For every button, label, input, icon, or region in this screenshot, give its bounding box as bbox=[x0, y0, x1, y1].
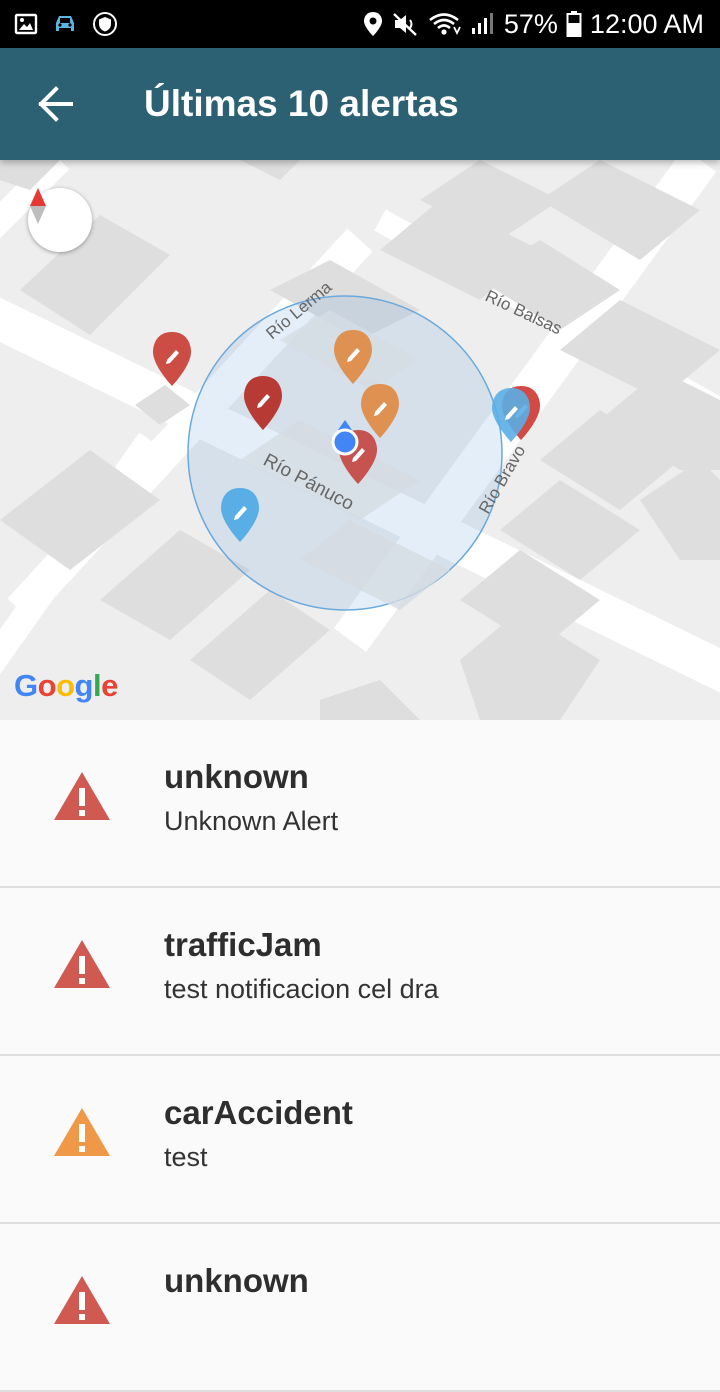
page-title: Últimas 10 alertas bbox=[144, 83, 459, 124]
alert-title: unknown bbox=[164, 1262, 309, 1299]
car-notification-icon bbox=[52, 13, 78, 35]
wifi-icon bbox=[428, 11, 462, 37]
mute-icon bbox=[392, 11, 420, 37]
arrow-back-icon bbox=[38, 86, 73, 122]
map-view[interactable]: Río Lerma Río Balsas Río Pánuco Río Brav… bbox=[0, 160, 720, 720]
alert-title: carAccident bbox=[164, 1094, 353, 1131]
warning-icon bbox=[54, 772, 110, 820]
compass-button[interactable] bbox=[28, 188, 92, 252]
google-logo: Google bbox=[14, 668, 118, 703]
alert-list: unknown Unknown Alert trafficJam test no… bbox=[0, 720, 720, 1392]
list-item[interactable]: trafficJam test notificacion cel dra bbox=[0, 888, 720, 1056]
alert-title: trafficJam bbox=[164, 926, 322, 963]
alert-subtitle: test bbox=[164, 1142, 208, 1172]
warning-icon bbox=[54, 1108, 110, 1156]
clock: 12:00 AM bbox=[589, 8, 704, 39]
image-notification-icon bbox=[14, 12, 38, 36]
shield-notification-icon bbox=[92, 11, 118, 37]
battery-percent: 57% bbox=[503, 8, 558, 39]
location-icon bbox=[362, 11, 384, 37]
warning-icon bbox=[54, 1276, 110, 1324]
map-canvas: Río Lerma Río Balsas Río Pánuco Río Brav… bbox=[0, 160, 720, 720]
signal-icon bbox=[470, 12, 496, 36]
list-item[interactable]: carAccident test bbox=[0, 1056, 720, 1224]
list-item[interactable]: unknown bbox=[0, 1224, 720, 1392]
warning-icon bbox=[54, 940, 110, 988]
alert-subtitle: Unknown Alert bbox=[164, 806, 339, 836]
battery-icon bbox=[566, 11, 582, 37]
app-bar: Últimas 10 alertas bbox=[0, 48, 720, 160]
status-bar: 57% 12:00 AM bbox=[0, 0, 720, 48]
back-button[interactable] bbox=[0, 48, 112, 160]
alert-title: unknown bbox=[164, 758, 309, 795]
compass-icon bbox=[30, 188, 46, 224]
alert-subtitle: test notificacion cel dra bbox=[164, 974, 439, 1004]
list-item[interactable]: unknown Unknown Alert bbox=[0, 720, 720, 888]
